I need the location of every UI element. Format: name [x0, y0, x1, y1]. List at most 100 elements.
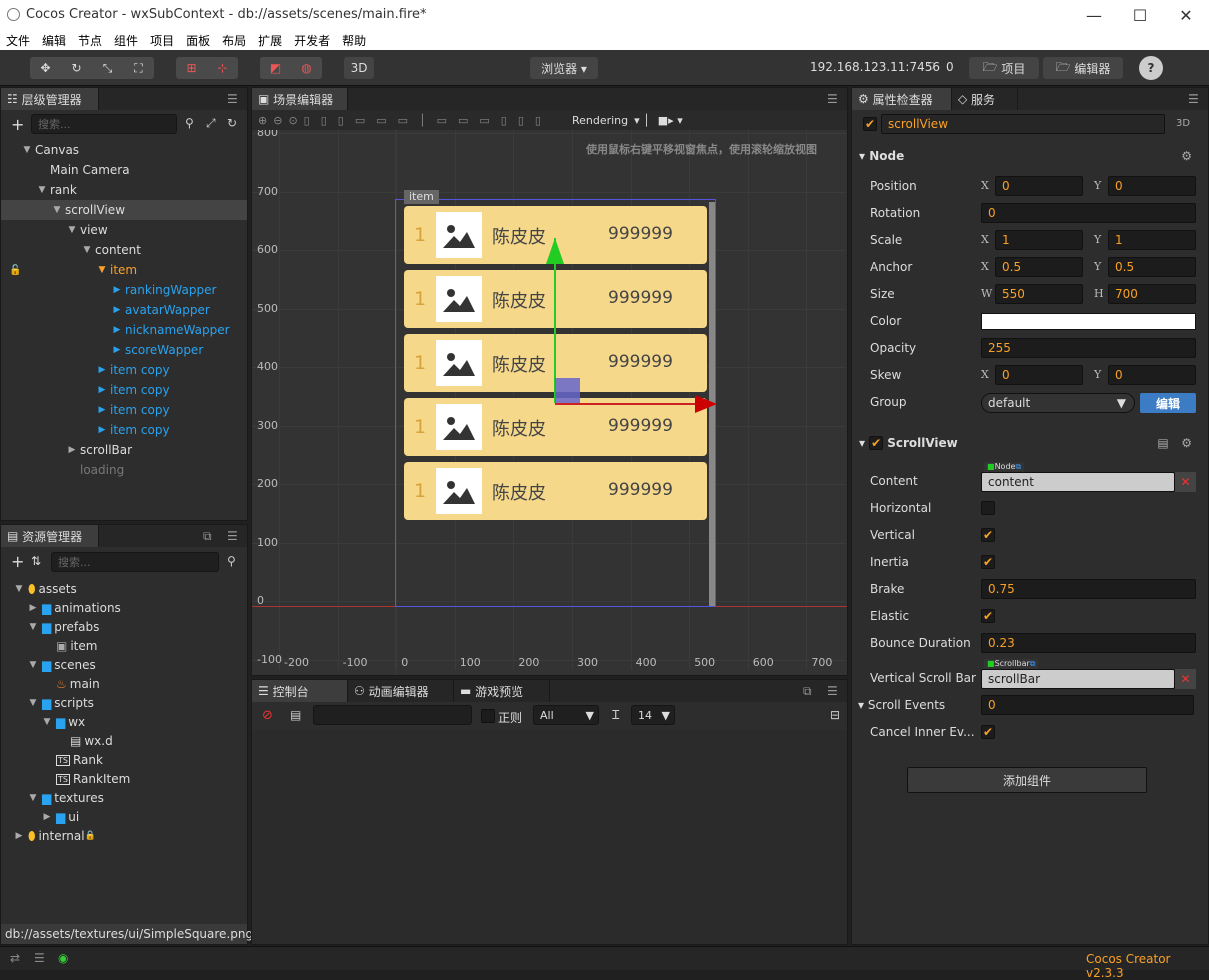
- skew-x-input[interactable]: 0: [995, 365, 1083, 385]
- chevron-down-icon[interactable]: ▼: [27, 793, 39, 803]
- gizmo-y-arrow-icon[interactable]: [546, 238, 564, 264]
- asset-item[interactable]: ▶ ▆ animations: [1, 598, 247, 618]
- chevron-right-icon[interactable]: ▶: [27, 603, 39, 613]
- cancel-inner-events-checkbox[interactable]: ✔: [981, 725, 995, 739]
- anchor-y-input[interactable]: 0.5: [1108, 257, 1196, 277]
- tab-animation[interactable]: ⚇ 动画编辑器: [348, 680, 454, 702]
- content-ref-field[interactable]: content: [981, 472, 1175, 492]
- hierarchy-node[interactable]: ▶ scrollBar: [1, 440, 247, 460]
- chevron-down-icon[interactable]: ▼: [81, 245, 93, 255]
- rect-tool-icon[interactable]: ⛶: [123, 57, 154, 79]
- pivot-icon[interactable]: ⊞: [176, 57, 207, 79]
- chevron-right-icon[interactable]: ▶: [111, 345, 123, 355]
- asset-item[interactable]: ▣ item: [1, 636, 247, 656]
- toggle-3d-button[interactable]: 3D: [344, 57, 374, 79]
- panel-menu-icon[interactable]: ☰: [227, 525, 247, 547]
- ranking-item-card[interactable]: 1 陈皮皮 999999: [404, 462, 707, 520]
- scrollview-section-header[interactable]: ▾ ✔ ScrollView ▤ ⚙: [856, 431, 1206, 455]
- menu-help[interactable]: 帮助: [342, 32, 366, 49]
- hierarchy-node[interactable]: ▼ scrollView: [1, 200, 247, 220]
- hierarchy-node[interactable]: ▶ item copy: [1, 420, 247, 440]
- scroll-events-count-input[interactable]: 0: [981, 695, 1194, 715]
- move-tool-icon[interactable]: ✥: [30, 57, 61, 79]
- ranking-item-card[interactable]: 1 陈皮皮 999999: [404, 398, 707, 456]
- scroll-events-label[interactable]: ▾ Scroll Events: [858, 695, 945, 715]
- gear-icon[interactable]: ⚙: [1181, 149, 1192, 163]
- menu-project[interactable]: 项目: [150, 32, 174, 49]
- tab-console[interactable]: ☰ 控制台: [252, 680, 348, 702]
- hierarchy-node[interactable]: ▼ item 🔓: [1, 260, 247, 280]
- console-output[interactable]: [252, 730, 847, 944]
- panel-menu-icon[interactable]: ☰: [1188, 88, 1208, 110]
- opacity-input[interactable]: 255: [981, 338, 1196, 358]
- local-coord-icon[interactable]: ◩: [260, 57, 291, 79]
- connection-icon[interactable]: ◉: [58, 951, 68, 965]
- clear-console-icon[interactable]: ⊘: [262, 708, 273, 723]
- elastic-checkbox[interactable]: ✔: [981, 609, 995, 623]
- size-w-input[interactable]: 550: [995, 284, 1083, 304]
- asset-item[interactable]: ▶ ▆ ui: [1, 807, 247, 827]
- rendering-select[interactable]: Rendering: [572, 114, 628, 127]
- hierarchy-node[interactable]: ▼ content: [1, 240, 247, 260]
- chevron-down-icon[interactable]: ▼: [66, 225, 78, 235]
- toggle-3d-node[interactable]: 3D: [1176, 118, 1190, 129]
- color-swatch[interactable]: [981, 313, 1196, 330]
- chevron-down-icon[interactable]: ▼: [27, 622, 39, 632]
- clear-content-icon[interactable]: ✕: [1175, 472, 1196, 492]
- asset-item[interactable]: ▼ ▆ textures: [1, 788, 247, 808]
- node-name-input[interactable]: scrollView: [881, 114, 1165, 134]
- asset-item[interactable]: ▼ ▆ wx: [1, 712, 247, 732]
- size-h-input[interactable]: 700: [1108, 284, 1196, 304]
- align-icons[interactable]: ▯▯▯▭▭▭│▭▭▭▯▯▯: [304, 114, 552, 127]
- asset-item[interactable]: ♨ main: [1, 674, 247, 694]
- hierarchy-node[interactable]: ▼ Canvas: [1, 140, 247, 160]
- panel-menu-icon[interactable]: ☰: [227, 88, 247, 110]
- sync-icon[interactable]: ⇄: [10, 951, 20, 965]
- add-component-button[interactable]: 添加组件: [907, 767, 1147, 793]
- chevron-right-icon[interactable]: ▶: [111, 305, 123, 315]
- chevron-right-icon[interactable]: ▶: [96, 425, 108, 435]
- tab-game-preview[interactable]: ▬ 游戏预览: [454, 680, 550, 702]
- refresh-icon[interactable]: ↻: [227, 116, 237, 130]
- zoom-in-icon[interactable]: ⊕: [258, 114, 267, 127]
- chevron-down-icon[interactable]: ▼: [21, 145, 33, 155]
- asset-item[interactable]: TS Rank: [1, 750, 247, 770]
- popout-icon[interactable]: ⧉: [203, 525, 227, 547]
- search-icon[interactable]: ⚲: [185, 116, 194, 130]
- locate-icon[interactable]: ⤢: [206, 116, 216, 131]
- vertical-scrollbar-ref-field[interactable]: scrollBar: [981, 669, 1175, 689]
- regex-checkbox[interactable]: [481, 709, 495, 723]
- panel-menu-icon[interactable]: ☰: [827, 88, 847, 110]
- hierarchy-node[interactable]: ▶ item copy: [1, 360, 247, 380]
- preview-platform-select[interactable]: 浏览器 ▾: [530, 57, 598, 79]
- add-node-icon[interactable]: +: [11, 115, 24, 134]
- scale-tool-icon[interactable]: ⤡: [92, 57, 123, 79]
- asset-item[interactable]: ▼ ▆ scenes: [1, 655, 247, 675]
- global-coord-icon[interactable]: ◍: [291, 57, 322, 79]
- chevron-down-icon[interactable]: ▼: [27, 698, 39, 708]
- asset-item[interactable]: TS RankItem: [1, 769, 247, 789]
- chevron-right-icon[interactable]: ▶: [41, 812, 53, 822]
- brake-input[interactable]: 0.75: [981, 579, 1196, 599]
- menu-layout[interactable]: 布局: [222, 32, 246, 49]
- asset-item[interactable]: ▼ ⬮ assets: [1, 579, 247, 599]
- node-section-header[interactable]: ▾ Node ⚙: [856, 144, 1206, 168]
- chevron-right-icon[interactable]: ▶: [96, 405, 108, 415]
- chevron-right-icon[interactable]: ▶: [111, 285, 123, 295]
- asset-item[interactable]: ▶ ⬮ internal 🔒: [1, 826, 247, 846]
- panel-menu-icon[interactable]: ☰: [827, 680, 847, 702]
- close-button[interactable]: ✕: [1163, 0, 1209, 30]
- popout-icon[interactable]: ⧉: [803, 680, 827, 702]
- chevron-down-icon[interactable]: ▼: [51, 205, 63, 215]
- asset-item[interactable]: ▤ wx.d: [1, 731, 247, 751]
- minimize-button[interactable]: —: [1071, 0, 1117, 30]
- font-size-select[interactable]: 14 ▼: [631, 705, 675, 725]
- camera-icon[interactable]: ■▸ ▾: [658, 114, 683, 127]
- chevron-down-icon[interactable]: ▼: [13, 584, 25, 594]
- chevron-down-icon[interactable]: ▼: [96, 265, 108, 275]
- hierarchy-node[interactable]: ▶ avatarWapper: [1, 300, 247, 320]
- scale-y-input[interactable]: 1: [1108, 230, 1196, 250]
- assets-search-input[interactable]: 搜索...: [51, 552, 219, 572]
- anchor-x-input[interactable]: 0.5: [995, 257, 1083, 277]
- center-icon[interactable]: ⊹: [207, 57, 238, 79]
